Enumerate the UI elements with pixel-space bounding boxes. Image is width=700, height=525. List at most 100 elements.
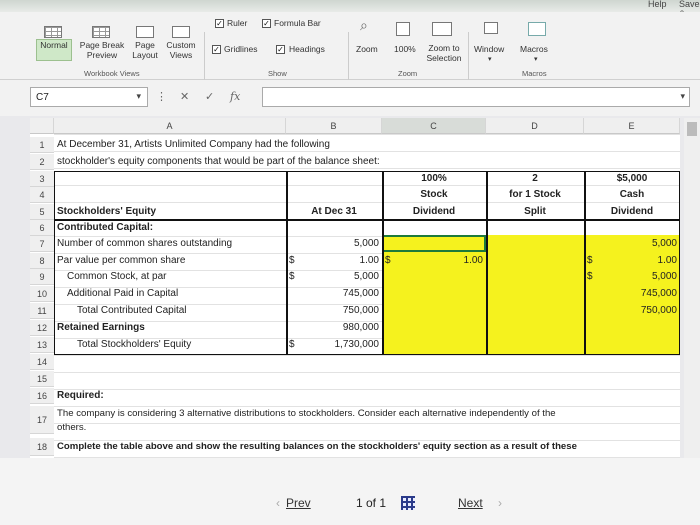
vertical-scrollbar[interactable] <box>684 118 700 458</box>
cell-a13[interactable]: Total Stockholders' Equity <box>74 337 194 353</box>
headings-checkbox[interactable] <box>276 45 285 54</box>
gridlines-checkbox[interactable] <box>212 45 221 54</box>
row-header[interactable]: 15 <box>30 371 54 387</box>
name-box-value: C7 <box>36 92 49 103</box>
more-options-icon[interactable]: ⋮ <box>156 90 167 103</box>
cell-a1[interactable]: At December 31, Artists Unlimited Compan… <box>54 137 333 153</box>
cell-b9[interactable]: 5,000 <box>286 269 382 285</box>
formula-input[interactable]: ▾ <box>262 87 690 107</box>
row-header[interactable]: 9 <box>30 269 54 285</box>
column-header-d[interactable]: D <box>486 118 584 134</box>
cancel-icon[interactable]: ✕ <box>180 90 189 103</box>
zoom-100-button[interactable]: 100% <box>394 44 416 54</box>
page-break-icon <box>92 26 110 38</box>
cell-a9[interactable]: Common Stock, at par <box>64 269 169 285</box>
cell-d3[interactable]: 2 <box>486 171 584 187</box>
ribbon-divider <box>204 32 205 82</box>
cell-e9[interactable]: 5,000 <box>584 269 680 285</box>
formula-bar-checkbox[interactable] <box>262 19 271 28</box>
cell-e5[interactable]: Dividend <box>584 204 680 220</box>
row-header[interactable]: 7 <box>30 236 54 252</box>
row-header[interactable]: 3 <box>30 171 54 187</box>
scrollbar-thumb[interactable] <box>687 122 697 136</box>
row-header[interactable]: 8 <box>30 253 54 269</box>
cell-b10[interactable]: 745,000 <box>286 286 382 302</box>
row-header[interactable]: 18 <box>30 438 54 456</box>
row-header[interactable]: 6 <box>30 220 54 236</box>
next-button[interactable]: Next <box>458 496 483 510</box>
cell-a7[interactable]: Number of common shares outstanding <box>54 236 235 252</box>
insert-function-icon[interactable]: fx <box>230 90 240 103</box>
select-all-corner[interactable] <box>30 118 54 134</box>
help-menu[interactable]: Help <box>648 0 667 9</box>
column-header-a[interactable]: A <box>54 118 286 134</box>
cell-b12[interactable]: 980,000 <box>286 320 382 336</box>
gridlines-label: Gridlines <box>224 44 258 54</box>
row-header[interactable]: 11 <box>30 303 54 319</box>
macros-dropdown-icon[interactable]: ▾ <box>534 55 538 65</box>
name-box[interactable]: C7 ▾ <box>30 87 148 107</box>
window-dropdown-icon[interactable]: ▾ <box>488 55 492 65</box>
row-header[interactable]: 4 <box>30 187 54 203</box>
prev-arrow-icon[interactable]: ‹ <box>276 496 280 510</box>
row-header[interactable]: 16 <box>30 388 54 404</box>
cell-c8[interactable]: 1.00 <box>382 253 486 269</box>
window-button[interactable]: Window <box>474 44 504 54</box>
row-header[interactable]: 2 <box>30 154 54 170</box>
prev-button[interactable]: Prev <box>286 496 311 510</box>
cell-a18[interactable]: Complete the table above and show the re… <box>54 439 580 455</box>
cell-d4[interactable]: for 1 Stock <box>486 187 584 203</box>
column-header-c[interactable]: C <box>382 118 486 134</box>
cell-a11[interactable]: Total Contributed Capital <box>74 303 190 319</box>
cell-c3[interactable]: 100% <box>382 171 486 187</box>
cell-b11[interactable]: 750,000 <box>286 303 382 319</box>
cell-e4[interactable]: Cash <box>584 187 680 203</box>
cell-e8[interactable]: 1.00 <box>584 253 680 269</box>
cell-e11[interactable]: 750,000 <box>584 303 680 319</box>
row-header[interactable]: 13 <box>30 337 54 353</box>
cell-b5[interactable]: At Dec 31 <box>286 204 382 220</box>
chevron-down-icon[interactable]: ▾ <box>136 91 141 102</box>
zoom-to-selection-button[interactable]: Zoom to Selection <box>423 43 465 63</box>
cell-a12[interactable]: Retained Earnings <box>54 320 148 336</box>
cell-b13[interactable]: 1,730,000 <box>286 337 382 353</box>
expand-formula-icon[interactable]: ▾ <box>680 91 685 102</box>
row-header[interactable]: 5 <box>30 204 54 220</box>
custom-views-button[interactable]: Custom Views <box>160 40 202 60</box>
cell-d5[interactable]: Split <box>486 204 584 220</box>
cell-c5[interactable]: Dividend <box>382 204 486 220</box>
row-header[interactable]: 12 <box>30 320 54 336</box>
cell-e7[interactable]: 5,000 <box>584 236 680 252</box>
column-header-b[interactable]: B <box>286 118 382 134</box>
macros-button[interactable]: Macros <box>520 44 548 54</box>
row-header[interactable]: 14 <box>30 354 54 370</box>
cell-a16[interactable]: Required: <box>54 388 107 404</box>
cell-b7[interactable]: 5,000 <box>286 236 382 252</box>
normal-view-icon <box>44 26 62 38</box>
cell-a6[interactable]: Contributed Capital: <box>54 220 156 236</box>
page-break-preview-button[interactable]: Page Break Preview <box>74 40 130 60</box>
page-layout-button[interactable]: Page Layout <box>128 40 162 60</box>
cell-a17[interactable]: The company is considering 3 alternative… <box>54 406 559 422</box>
macros-group-label: Macros <box>522 69 547 78</box>
column-header-e[interactable]: E <box>584 118 680 134</box>
row-header[interactable]: 1 <box>30 137 54 153</box>
worksheet-grid[interactable]: A B C D E 1 2 3 4 5 6 7 8 9 10 11 12 13 … <box>30 118 680 458</box>
cell-a5[interactable]: Stockholders' Equity <box>54 204 159 220</box>
row-header[interactable]: 10 <box>30 286 54 302</box>
enter-check-icon[interactable]: ✓ <box>205 90 214 103</box>
cell-a8[interactable]: Par value per common share <box>54 253 188 269</box>
ruler-checkbox[interactable] <box>215 19 224 28</box>
cell-e3[interactable]: $5,000 <box>584 171 680 187</box>
row-header[interactable]: 17 <box>30 406 54 434</box>
next-arrow-icon[interactable]: › <box>498 496 502 510</box>
zoom-button[interactable]: Zoom <box>356 44 378 54</box>
cell-b8[interactable]: 1.00 <box>286 253 382 269</box>
normal-view-label: Normal <box>40 40 68 50</box>
cell-e10[interactable]: 745,000 <box>584 286 680 302</box>
cell-c4[interactable]: Stock <box>382 187 486 203</box>
cell-a2[interactable]: stockholder's equity components that wou… <box>54 154 383 170</box>
cell-a10[interactable]: Additional Paid in Capital <box>64 286 181 302</box>
grid-view-icon[interactable] <box>401 496 415 510</box>
zoom-magnifier-icon: ⌕ <box>360 17 368 33</box>
